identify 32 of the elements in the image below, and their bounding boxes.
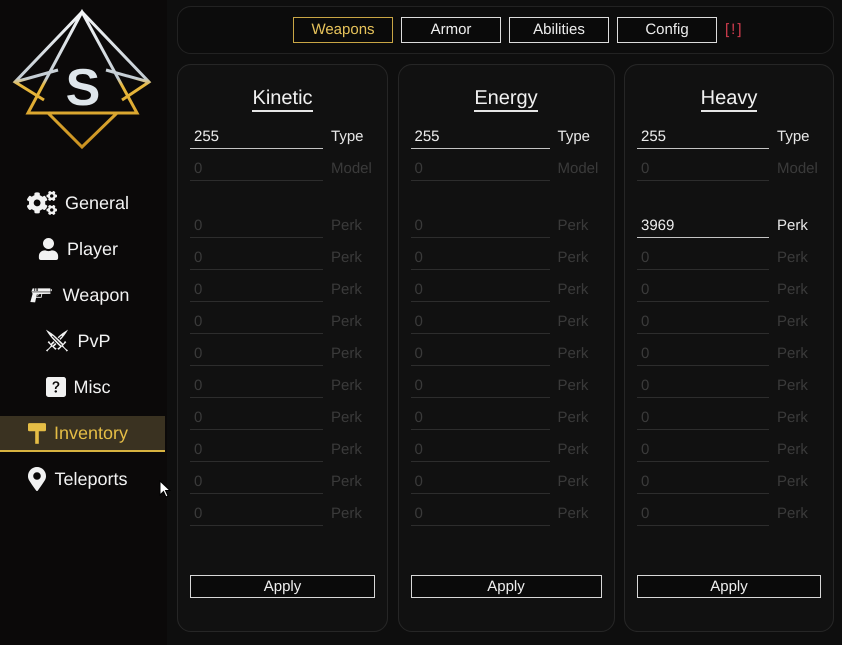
tab[interactable]: Weapons	[293, 17, 393, 43]
input-field[interactable]: 255	[637, 125, 769, 149]
column-title: Energy	[474, 86, 538, 112]
column-title: Heavy	[700, 86, 758, 112]
input-field[interactable]: 255	[190, 125, 323, 149]
map-pin-icon	[28, 467, 46, 491]
tab[interactable]: Armor	[401, 17, 501, 43]
column-title: Kinetic	[252, 86, 313, 112]
field-label: Type	[558, 127, 592, 147]
signpost-icon	[28, 422, 46, 444]
nav-item[interactable]: Weapon	[0, 278, 165, 314]
nav-item[interactable]: Player	[0, 232, 165, 268]
tab[interactable]: Config	[617, 17, 717, 43]
nav-item[interactable]: PvP	[0, 324, 165, 360]
tab[interactable]: Abilities	[509, 17, 609, 43]
input-field[interactable]: 3969	[637, 214, 769, 238]
apply-button[interactable]: Apply	[637, 575, 821, 598]
field-label: Perk	[777, 216, 809, 236]
apply-button[interactable]: Apply	[410, 575, 602, 598]
field-label: Type	[777, 127, 811, 147]
field-label: Type	[331, 127, 365, 147]
nav-item[interactable]: Inventory	[0, 416, 165, 452]
warning-indicator: [!]	[725, 20, 744, 40]
question-box-icon	[46, 377, 66, 397]
nav-item[interactable]: General	[0, 186, 165, 222]
nav-item[interactable]: Misc	[0, 370, 165, 406]
input-field[interactable]: 255	[410, 125, 550, 149]
apply-button[interactable]: Apply	[190, 575, 375, 598]
crossed-swords-icon	[45, 329, 70, 353]
logo-letter: S	[64, 58, 102, 118]
gears-icon	[26, 191, 57, 215]
user-icon	[38, 238, 59, 260]
